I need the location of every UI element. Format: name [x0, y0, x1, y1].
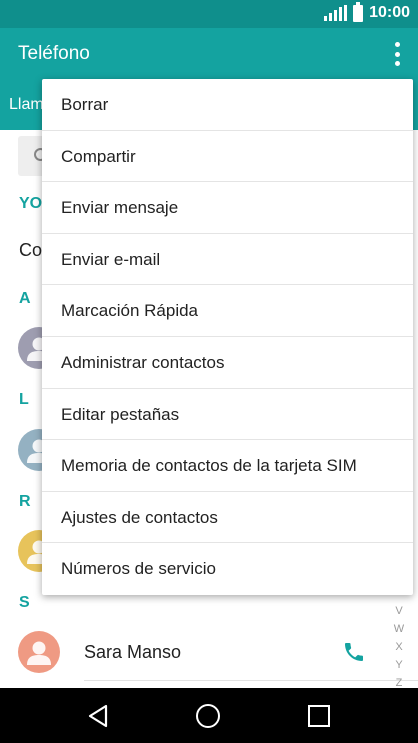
menu-item-manage-contacts[interactable]: Administrar contactos	[42, 337, 413, 389]
section-header-r: R	[19, 493, 31, 510]
menu-item-send-message[interactable]: Enviar mensaje	[42, 182, 413, 234]
alphabet-index-letter[interactable]: Y	[388, 656, 410, 674]
navigation-bar	[0, 688, 418, 743]
home-icon[interactable]	[196, 704, 220, 728]
section-header-me: YO	[19, 195, 43, 212]
tab-calls[interactable]: Llam	[9, 96, 44, 114]
my-profile-item[interactable]: Co	[19, 240, 42, 261]
back-icon[interactable]	[86, 703, 112, 729]
menu-item-delete[interactable]: Borrar	[42, 79, 413, 131]
status-icons: 10:00	[324, 1, 410, 22]
app-bar: Teléfono	[0, 28, 418, 80]
status-bar: 10:00	[0, 0, 418, 28]
menu-item-speed-dial[interactable]: Marcación Rápida	[42, 285, 413, 337]
overflow-menu: Borrar Compartir Enviar mensaje Enviar e…	[42, 79, 413, 595]
menu-item-edit-tabs[interactable]: Editar pestañas	[42, 389, 413, 441]
menu-item-contact-settings[interactable]: Ajustes de contactos	[42, 492, 413, 544]
menu-item-send-email[interactable]: Enviar e-mail	[42, 234, 413, 286]
contact-name[interactable]: Sara Manso	[84, 642, 181, 663]
recent-apps-icon[interactable]	[308, 705, 330, 727]
alphabet-index-letter[interactable]: V	[388, 602, 410, 620]
menu-item-share[interactable]: Compartir	[42, 131, 413, 183]
alphabet-index-letter[interactable]: W	[388, 620, 410, 638]
section-header-l: L	[19, 391, 29, 408]
menu-item-service-numbers[interactable]: Números de servicio	[42, 543, 413, 595]
alphabet-index[interactable]: V W X Y Z	[388, 602, 410, 692]
menu-item-sim-contacts-memory[interactable]: Memoria de contactos de la tarjeta SIM	[42, 440, 413, 492]
avatar[interactable]	[18, 631, 60, 673]
signal-icon	[324, 5, 348, 21]
person-icon	[27, 641, 51, 665]
battery-icon	[353, 1, 364, 22]
app-title: Teléfono	[18, 43, 90, 64]
section-header-a: A	[19, 290, 31, 307]
section-header-s: S	[19, 594, 30, 611]
phone-icon[interactable]	[342, 640, 366, 664]
alphabet-index-letter[interactable]: X	[388, 638, 410, 656]
more-vert-icon[interactable]	[392, 42, 402, 66]
divider	[84, 680, 418, 681]
status-time: 10:00	[369, 4, 410, 21]
